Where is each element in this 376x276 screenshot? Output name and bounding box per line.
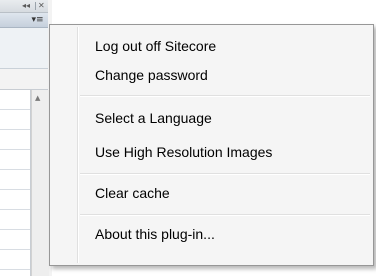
menu-separator: [80, 173, 370, 175]
menu-item-about-plugin[interactable]: About this plug-in...: [95, 224, 215, 244]
menu-dropdown-icon[interactable]: ▾≡: [29, 13, 46, 27]
menu-item-select-language[interactable]: Select a Language: [95, 108, 212, 128]
menu-icon-gutter: [77, 27, 79, 263]
options-dropdown-menu: Log out off Sitecore Change password Sel…: [49, 24, 374, 266]
double-left-arrow-icon[interactable]: ◂◂: [22, 1, 30, 11]
scroll-up-arrow-icon[interactable]: ▲: [35, 94, 40, 102]
item-list[interactable]: [0, 90, 31, 276]
pane-titlebar: ◂◂ ✕: [0, 0, 48, 13]
menu-separator: [80, 214, 370, 216]
menu-item-change-password[interactable]: Change password: [95, 65, 208, 85]
menu-item-high-resolution-images[interactable]: Use High Resolution Images: [95, 142, 272, 162]
titlebar-divider: [35, 2, 36, 10]
pane-toolbar: ▾≡: [0, 13, 48, 28]
menu-separator: [80, 95, 370, 97]
pane-subbar: [0, 28, 48, 69]
close-icon[interactable]: ✕: [38, 1, 45, 11]
vertical-scrollbar[interactable]: ▲: [31, 90, 49, 276]
menu-item-clear-cache[interactable]: Clear cache: [95, 183, 170, 203]
menu-item-log-out[interactable]: Log out off Sitecore: [95, 36, 216, 56]
